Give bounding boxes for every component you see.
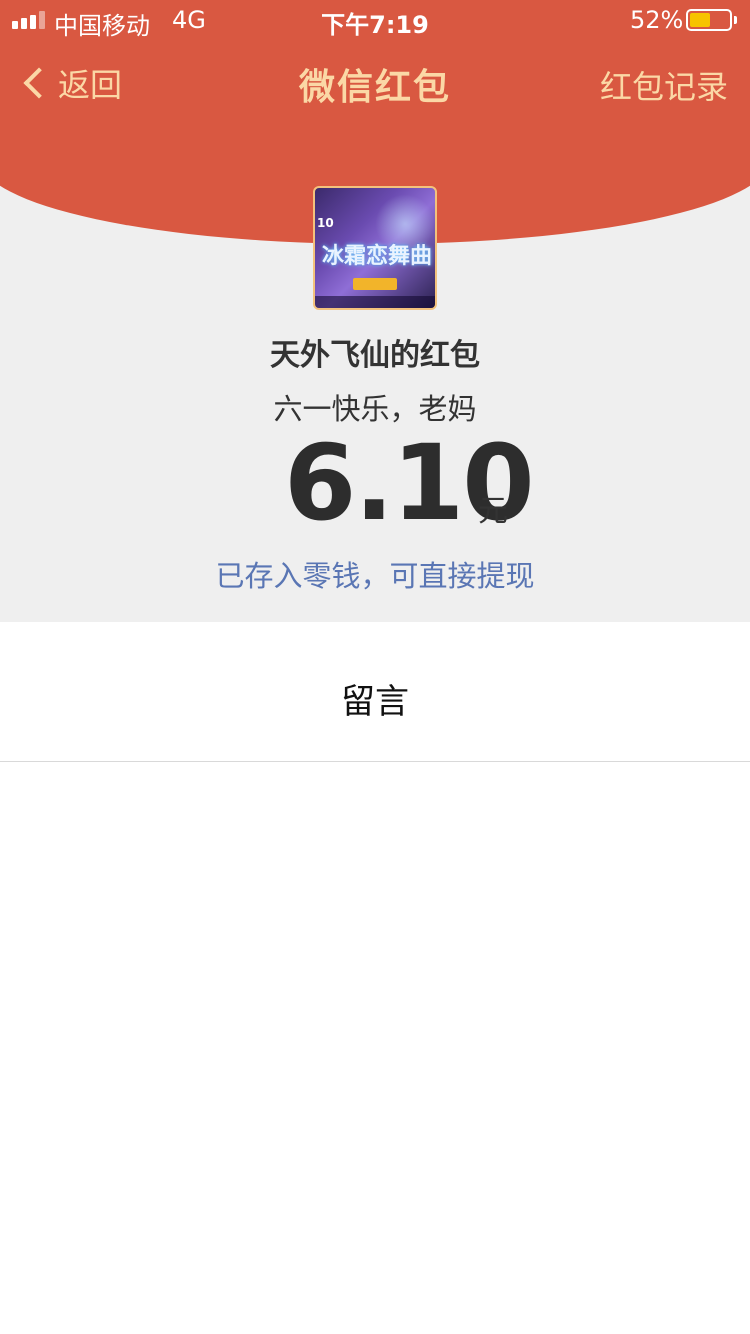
deposit-note-link[interactable]: 已存入零钱，可直接提现 (0, 553, 750, 595)
avatar-button-graphic (353, 278, 397, 290)
status-bar: 中国移动 4G 下午7:19 52% (0, 0, 750, 40)
red-packet-records-button[interactable]: 红包记录 (600, 62, 728, 108)
navigation-bar: 返回 微信红包 红包记录 (0, 52, 750, 118)
reply-button[interactable]: 留言 (0, 674, 750, 723)
sender-name: 天外飞仙的红包 (270, 338, 480, 373)
amount-unit: 元 (478, 494, 508, 529)
avatar-badge: 10 (317, 216, 334, 230)
page: 中国移动 4G 下午7:19 52% 返回 微信红包 红包记录 10 冰霜恋舞曲… (0, 0, 750, 1334)
amount-row: 6.10 元 (0, 428, 750, 538)
reply-section: 留言 (0, 622, 750, 762)
battery-tip (734, 16, 737, 24)
sender-avatar[interactable]: 10 冰霜恋舞曲 (313, 186, 437, 310)
avatar-title: 冰霜恋舞曲 (321, 244, 432, 269)
avatar-footer (315, 296, 435, 308)
battery-percentage: 52% (630, 6, 684, 34)
battery-icon (686, 9, 732, 31)
